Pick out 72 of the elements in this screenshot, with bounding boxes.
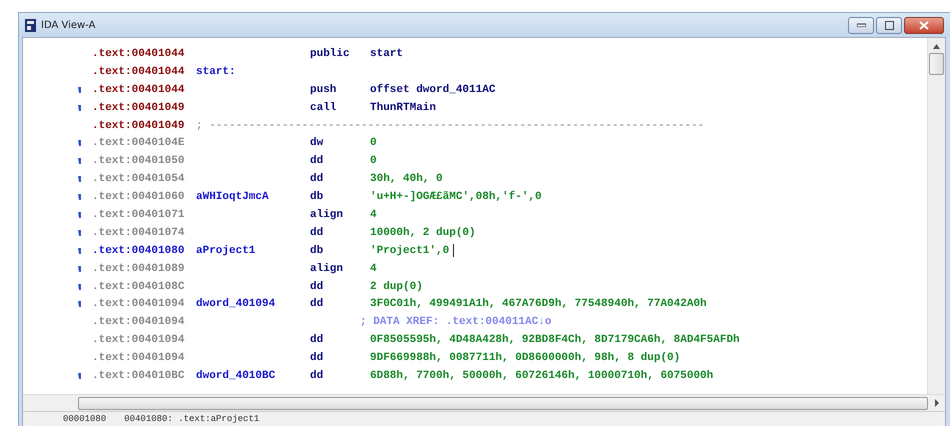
mnemonic-text: dd (310, 334, 324, 346)
address-text: .text:00401044 (92, 66, 184, 78)
address-text: .text:00401094 (92, 298, 184, 310)
mnemonic-text: dd (310, 173, 324, 186)
comment-text: ; DATA XREF: .text:004011AC↓o (360, 316, 552, 328)
operand-text: 4 (370, 208, 377, 221)
mnemonic-text: public (310, 48, 350, 60)
address-text: .text:00401049 (92, 102, 184, 114)
label-text: dword_401094 (196, 298, 276, 310)
address-text: .text:00401071 (92, 208, 184, 221)
address-text: .text:0040108C (92, 280, 184, 293)
mnemonic-text: dd (310, 155, 324, 168)
app-icon (25, 18, 36, 32)
scroll-up-icon[interactable] (933, 44, 940, 49)
maximize-icon (884, 20, 894, 30)
address-text: .text:00401050 (92, 155, 184, 168)
operand-text: 0F8505595h, 4D48A428h, 92BD8F4Ch, 8D7179CA6h, 8AD4F5AFDh (370, 334, 740, 346)
mnemonic-text: db (310, 191, 324, 204)
minimize-icon (856, 23, 866, 27)
close-icon (919, 20, 929, 30)
minimize-button[interactable] (848, 16, 874, 34)
address-text: .text:00401094 (92, 316, 184, 328)
mnemonic-text: dd (310, 370, 324, 382)
operand-text: 9DF669988h, 0087711h, 0D8600000h, 98h, 8 dup(0) (370, 352, 680, 364)
mnemonic-text: dw (310, 137, 324, 150)
address-text: .text:00401044 (92, 48, 184, 60)
address-text: .text:00401089 (92, 262, 184, 275)
mnemonic-text: align (310, 262, 344, 275)
label-text: aProject1 (196, 244, 256, 257)
label-text: start: (196, 66, 236, 78)
operand-text: 4 (370, 262, 377, 275)
horizontal-scrollbar[interactable] (78, 396, 928, 410)
mnemonic-text: dd (310, 352, 324, 364)
operand-text: offset dword_4011AC (370, 84, 496, 96)
mnemonic-text: align (310, 208, 344, 221)
operand-text: ThunRTMain (370, 102, 436, 114)
label-text: dword_4010BC (196, 370, 276, 382)
label-text: aWHIoqtJmcA (196, 191, 269, 204)
status-text: 00001080 (63, 414, 106, 424)
address-text: .text:004010BC (92, 370, 184, 382)
mnemonic-text: push (310, 84, 336, 96)
address-text: .text:00401049 (92, 120, 184, 132)
operand-text: 0 (370, 155, 377, 168)
mnemonic-text: call (310, 102, 336, 114)
address-text: .text:0040104E (92, 137, 184, 150)
address-text: .text:00401074 (92, 226, 184, 239)
operand-text: 6D88h, 7700h, 50000h, 60726146h, 10000710h, 6075000h (370, 370, 714, 382)
maximize-button[interactable] (876, 16, 902, 34)
window-title: IDA View-A (41, 20, 96, 30)
address-text: .text:00401060 (92, 191, 184, 204)
address-text: .text:00401044 (92, 84, 184, 96)
operand-text: 2 dup(0) (370, 280, 423, 293)
comment-text: ; --------------------------------------------------------------------------- (196, 120, 704, 132)
mnemonic-text: dd (310, 280, 324, 293)
status-text: 00401080: .text:aProject1 (124, 414, 260, 424)
address-text: .text:00401054 (92, 173, 184, 186)
operand-text: 30h, 40h, 0 (370, 173, 443, 186)
operand-text: 0 (370, 137, 377, 150)
operand-text: 10000h, 2 dup(0) (370, 226, 476, 239)
mnemonic-text: dd (310, 298, 324, 310)
close-button[interactable] (904, 16, 944, 34)
scroll-thumb[interactable] (929, 53, 944, 75)
address-text: .text:00401094 (92, 334, 184, 346)
mnemonic-text: dd (310, 226, 324, 239)
mnemonic-text: db (310, 244, 324, 257)
operand-text: 3F0C01h, 499491A1h, 467A76D9h, 77548940h, 77A042A0h (370, 298, 707, 310)
operand-text: 'u+H+-]OGÆ£ãMC',08h,'f-',0 (370, 191, 542, 204)
operand-text: 'Project1',0 (370, 244, 450, 257)
operand-text: start (370, 48, 404, 60)
vertical-scrollbar[interactable] (927, 38, 945, 394)
address-text: .text:00401080 (92, 244, 184, 257)
address-text: .text:00401094 (92, 352, 184, 364)
